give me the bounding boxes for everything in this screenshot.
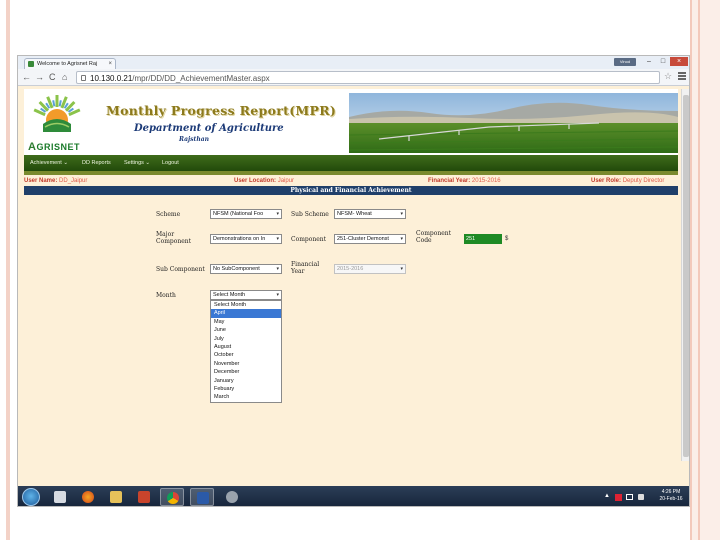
month-option[interactable]: March: [211, 393, 281, 401]
farm-field-photo: [349, 93, 678, 153]
department-name: Department of Agriculture: [134, 123, 284, 134]
month-option[interactable]: April: [211, 309, 281, 318]
home-icon[interactable]: ⌂: [62, 72, 67, 82]
month-option[interactable]: December: [211, 368, 281, 376]
month-option[interactable]: Select Month: [211, 301, 281, 309]
address-bar[interactable]: 10.130.0.21/mpr/DD/DD_AchievementMaster.…: [76, 71, 660, 84]
menu-settings[interactable]: Settings ⌄: [124, 159, 150, 167]
menu-dd-reports[interactable]: DD Reports: [82, 159, 111, 167]
site-banner: AGRISNET Monthly Progress Report(MPR) De…: [24, 89, 678, 155]
taskbar-clock[interactable]: 4:26 PM 20-Feb-16: [654, 489, 688, 503]
month-label: Month: [156, 292, 176, 299]
financial-year-label: Financial Year: [291, 261, 320, 275]
user-role-info: User Role: Deputy Director: [591, 178, 665, 184]
state-name: Rajsthan: [179, 136, 209, 143]
sub-component-select[interactable]: No SubComponent ▾: [210, 264, 282, 274]
taskbar-powerpoint-icon[interactable]: [132, 488, 156, 506]
user-location-info: User Location: Jaipur: [234, 178, 295, 184]
scheme-select[interactable]: NFSM (National Foo ▾: [210, 209, 282, 219]
bookmark-star-icon[interactable]: ☆: [664, 71, 672, 82]
component-code-suffix: $: [505, 236, 509, 242]
taskbar-word-icon[interactable]: [190, 488, 214, 506]
month-option[interactable]: November: [211, 360, 281, 368]
tray-network-icon[interactable]: [626, 494, 633, 500]
financial-year-info: Financial Year: 2015-2016: [428, 178, 501, 184]
reload-icon[interactable]: C: [49, 72, 56, 82]
major-component-select[interactable]: Demonstrations on In ▾: [210, 234, 282, 244]
profile-button[interactable]: Vinod: [614, 58, 636, 66]
url-text: 10.130.0.21/mpr/DD/DD_AchievementMaster.…: [90, 73, 270, 84]
slide-right-border: [690, 0, 720, 540]
tab-strip: Welcome to Agrisnet Raj × Vinod – □ ×: [18, 56, 689, 69]
section-title: Physical and Financial Achievement: [24, 186, 678, 195]
menu-logout[interactable]: Logout: [162, 159, 179, 167]
menu-achievement[interactable]: Achievement ⌄: [30, 159, 68, 167]
browser-window: Welcome to Agrisnet Raj × Vinod – □ × ← …: [17, 55, 690, 507]
browser-tab[interactable]: Welcome to Agrisnet Raj ×: [24, 58, 116, 69]
month-option[interactable]: July: [211, 335, 281, 343]
sub-scheme-label: Sub Scheme: [291, 211, 329, 218]
browser-menu-icon[interactable]: [678, 72, 686, 80]
back-icon[interactable]: ←: [22, 72, 31, 82]
agrisnet-logo-icon: [33, 95, 81, 132]
month-option[interactable]: October: [211, 351, 281, 359]
taskbar-explorer-icon[interactable]: [104, 488, 128, 506]
main-menu-bar: Achievement ⌄ DD Reports Settings ⌄ Logo…: [24, 155, 678, 171]
page-info-icon[interactable]: [81, 75, 86, 81]
month-option[interactable]: January: [211, 377, 281, 385]
page-title: Monthly Progress Report(MPR): [106, 103, 337, 118]
url-host: 10.130.0.21: [90, 74, 133, 83]
component-code-field: 251: [464, 234, 502, 244]
month-dropdown-list[interactable]: Select Month April May June July August Octobe…: [210, 300, 282, 403]
tab-title: Welcome to Agrisnet Raj: [37, 61, 98, 67]
tray-volume-icon[interactable]: [638, 494, 644, 500]
component-label: Component: [291, 236, 327, 243]
url-path: /mpr/DD/DD_AchievementMaster.aspx: [132, 74, 270, 83]
taskbar-tool-icon[interactable]: [220, 488, 244, 506]
taskbar-chrome-icon[interactable]: [160, 488, 184, 506]
sub-scheme-select[interactable]: NFSM- Wheat ▾: [334, 209, 406, 219]
component-select[interactable]: 251-Cluster Demonst ▾: [334, 234, 406, 244]
component-code-label: Component Code: [416, 230, 452, 244]
month-option[interactable]: Febuary: [211, 385, 281, 393]
month-option[interactable]: August: [211, 343, 281, 351]
sub-component-label: Sub Component: [156, 266, 205, 273]
close-tab-icon[interactable]: ×: [108, 59, 112, 69]
taskbar-apps-icon[interactable]: [48, 488, 72, 506]
month-option[interactable]: May: [211, 318, 281, 326]
forward-icon[interactable]: →: [35, 72, 44, 82]
close-window-button[interactable]: ×: [670, 57, 688, 66]
taskbar-firefox-icon[interactable]: [76, 488, 100, 506]
major-component-label: Major Component: [156, 231, 192, 245]
start-button-icon[interactable]: [22, 488, 40, 506]
month-select[interactable]: Select Month ▾: [210, 290, 282, 300]
scheme-label: Scheme: [156, 211, 181, 218]
favicon-icon: [28, 61, 34, 67]
user-name-info: User Name: DD_Jaipur: [24, 178, 88, 184]
financial-year-select[interactable]: 2015-2016 ▾: [334, 264, 406, 274]
page-scrollbar[interactable]: [681, 89, 689, 461]
maximize-button[interactable]: □: [656, 57, 670, 66]
site-content: AGRISNET Monthly Progress Report(MPR) De…: [24, 89, 678, 403]
month-option[interactable]: June: [211, 326, 281, 334]
user-info-bar: User Name: DD_Jaipur User Location: Jaip…: [24, 176, 678, 186]
minimize-button[interactable]: –: [642, 57, 656, 66]
scrollbar-thumb[interactable]: [683, 95, 689, 457]
windows-taskbar: ▲ 4:26 PM 20-Feb-16: [18, 486, 689, 506]
tray-flag-icon[interactable]: [615, 494, 622, 501]
agrisnet-logo-text: AGRISNET: [28, 141, 80, 153]
tray-expand-icon[interactable]: ▲: [604, 493, 610, 499]
menu-underline: [24, 171, 678, 175]
slide-left-rule: [6, 0, 10, 540]
browser-toolbar: ← → C ⌂ 10.130.0.21/mpr/DD/DD_Achievemen…: [18, 69, 689, 86]
